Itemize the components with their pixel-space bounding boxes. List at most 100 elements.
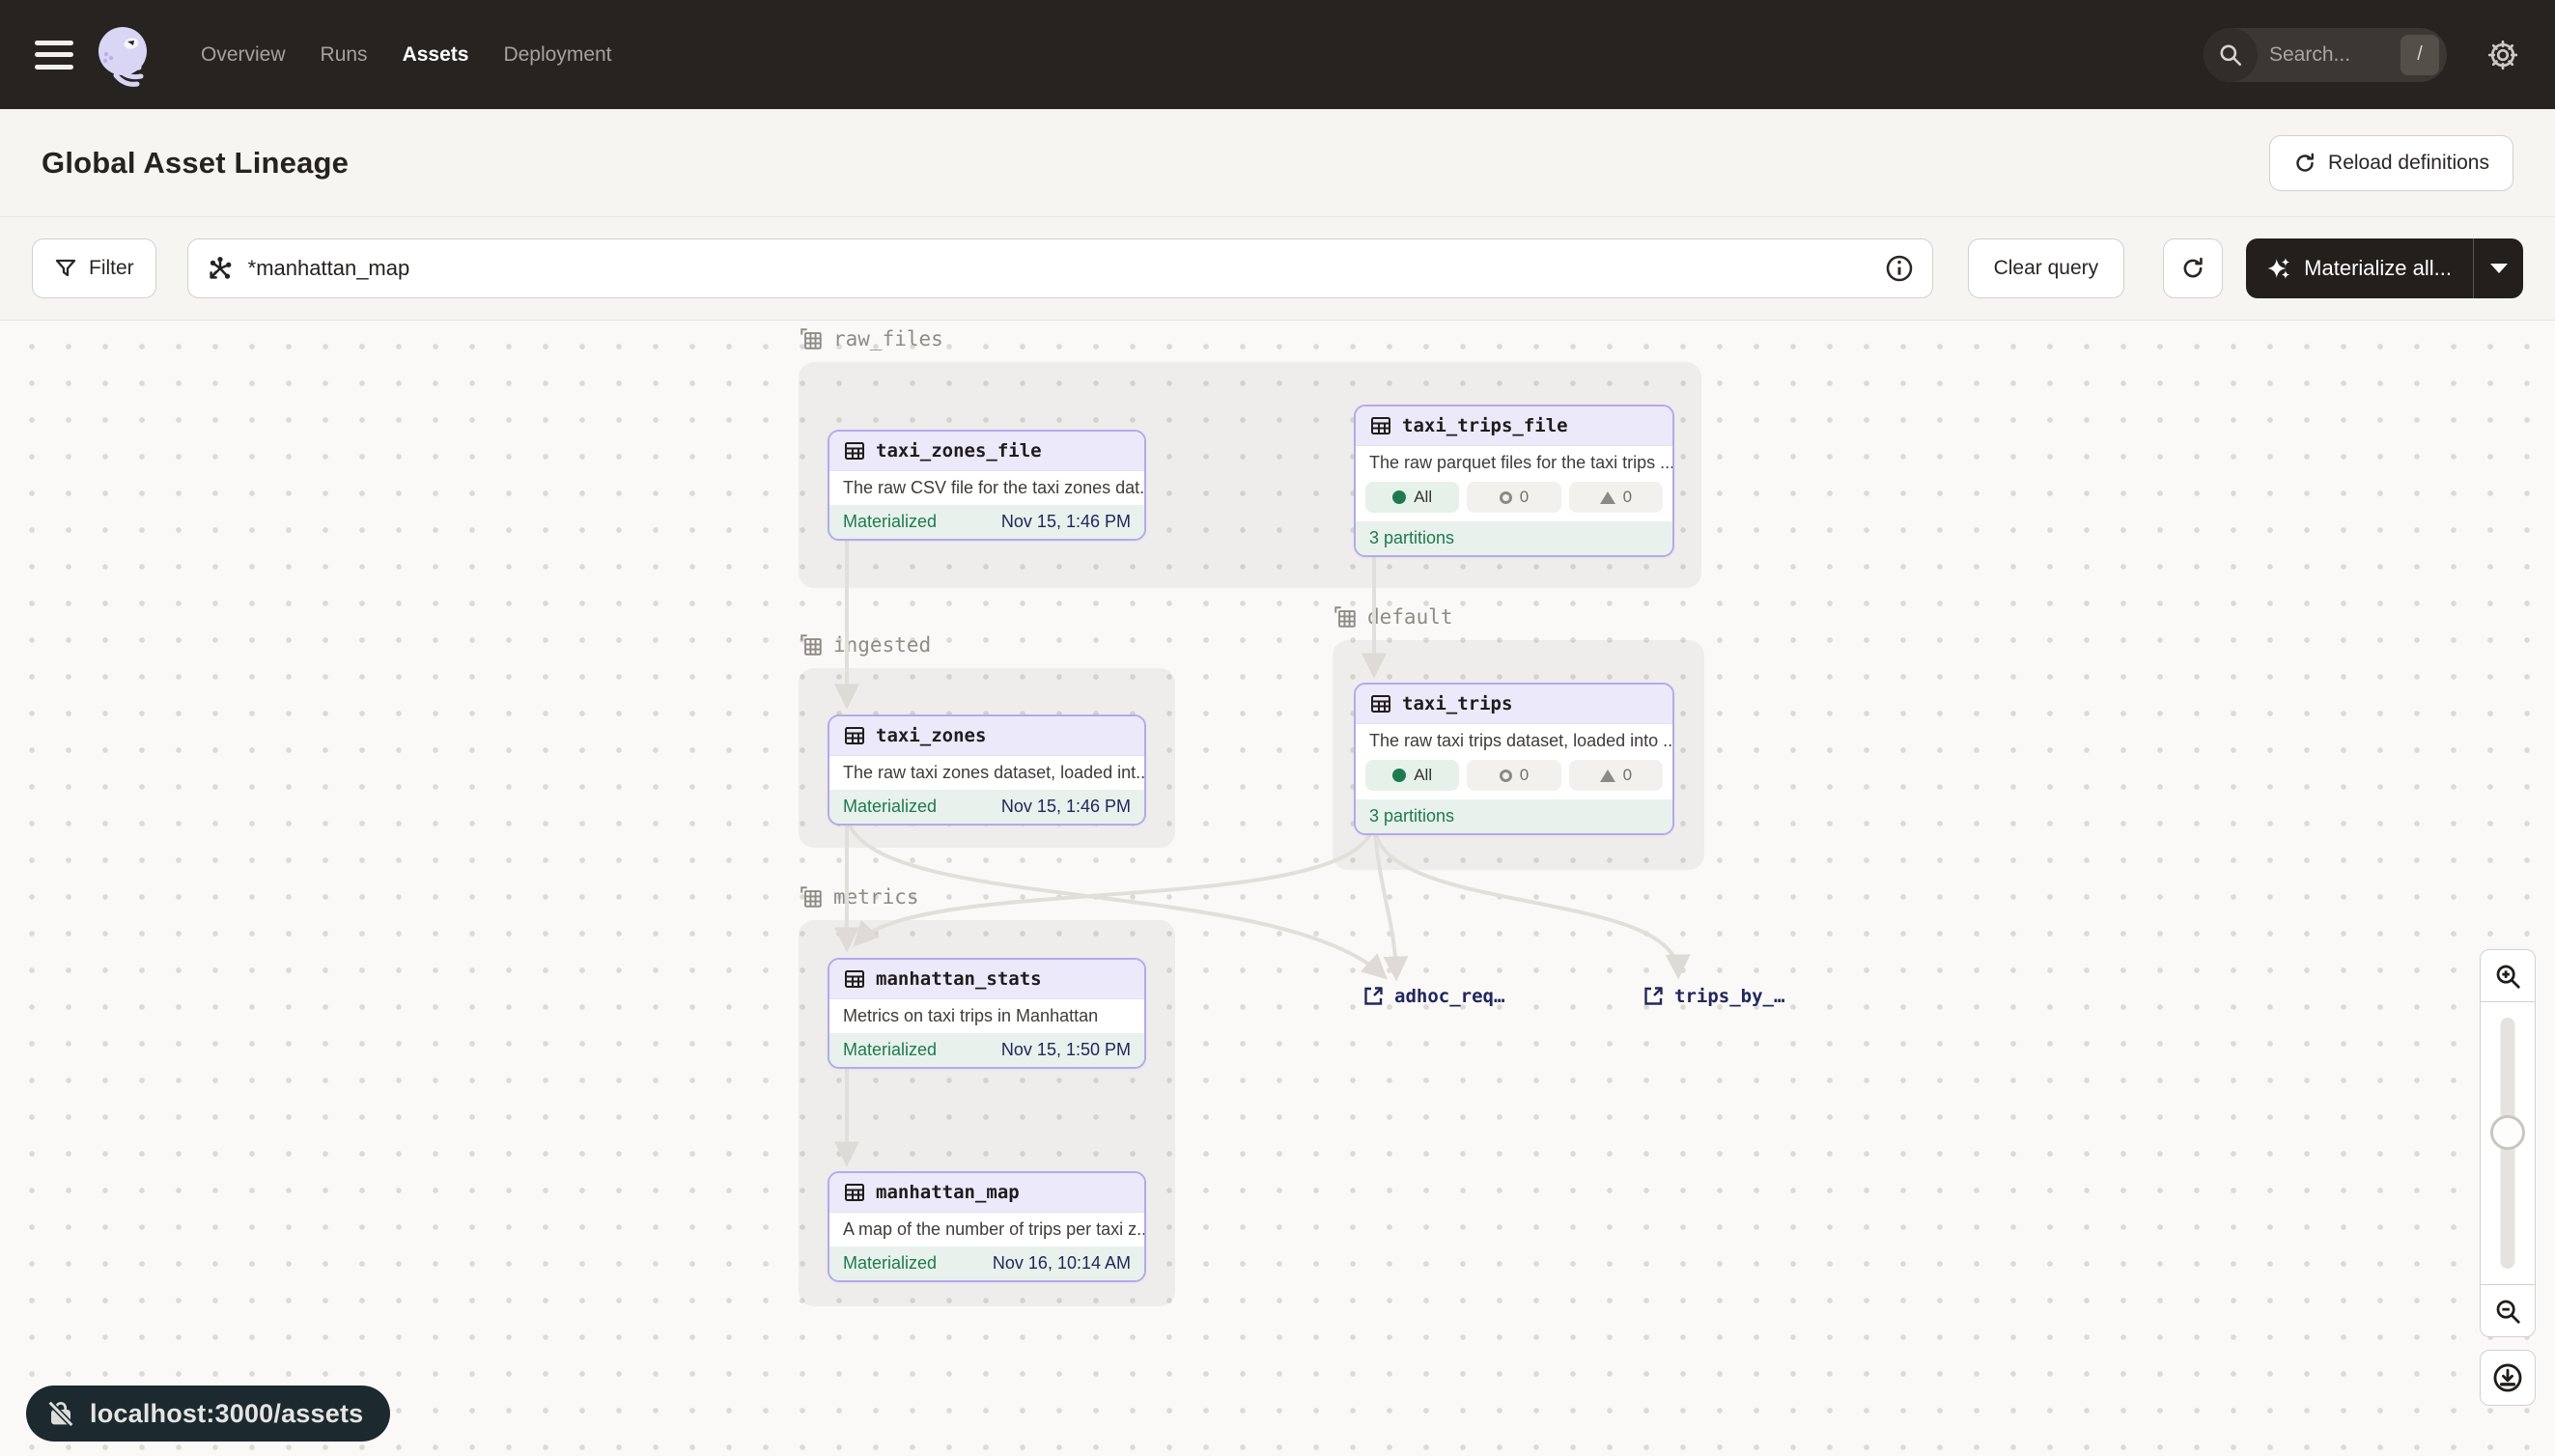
chevron-down-icon	[2490, 264, 2508, 273]
table-icon	[1369, 414, 1392, 437]
table-icon	[843, 967, 866, 991]
zoom-slider-thumb[interactable]	[2490, 1115, 2525, 1150]
group-icon	[799, 326, 824, 351]
table-icon	[843, 1181, 866, 1204]
refresh-icon	[2180, 256, 2205, 281]
sparkle-icon	[2267, 256, 2292, 281]
external-link-icon	[1642, 985, 1665, 1008]
materialization-timestamp: Nov 16, 10:14 AM	[993, 1253, 1131, 1274]
refresh-icon	[2293, 152, 2316, 175]
asset-node-taxi-zones[interactable]: taxi_zones The raw taxi zones dataset, l…	[828, 714, 1146, 826]
partitions-missing-pill[interactable]: 0	[1569, 760, 1663, 791]
asset-node-manhattan-map[interactable]: manhattan_map A map of the number of tri…	[828, 1171, 1146, 1282]
nav-overview[interactable]: Overview	[201, 43, 286, 67]
group-icon	[1333, 604, 1358, 630]
browser-url-badge: localhost:3000/assets	[26, 1386, 390, 1442]
nav-assets[interactable]: Assets	[403, 43, 469, 67]
info-icon[interactable]	[1884, 253, 1915, 284]
settings-gear-icon[interactable]	[2485, 38, 2520, 72]
asset-node-manhattan-stats[interactable]: manhattan_stats Metrics on taxi trips in…	[828, 958, 1146, 1069]
zoom-out-button[interactable]	[2481, 1284, 2535, 1336]
asset-node-header: taxi_trips_file	[1356, 406, 1672, 445]
nav-deployment[interactable]: Deployment	[503, 43, 611, 67]
external-asset-trips-by-week[interactable]: trips_by_…	[1642, 985, 1784, 1008]
green-dot-icon	[1392, 769, 1406, 782]
partitions-materialized-pill[interactable]: All	[1365, 760, 1459, 791]
partitions-failed-pill[interactable]: 0	[1467, 482, 1560, 513]
asset-description: The raw CSV file for the taxi zones dat.…	[829, 470, 1144, 505]
materialization-timestamp: Nov 15, 1:46 PM	[1001, 512, 1131, 532]
global-search[interactable]: /	[2204, 28, 2447, 82]
materialization-timestamp: Nov 15, 1:50 PM	[1001, 1040, 1131, 1060]
asset-node-taxi-trips[interactable]: taxi_trips The raw taxi trips dataset, l…	[1354, 683, 1674, 835]
group-label-metrics[interactable]: metrics	[799, 884, 919, 910]
status-badge: Materialized	[843, 1040, 937, 1060]
materialize-all-button[interactable]: Materialize all...	[2246, 238, 2473, 298]
asset-status-footer: 3 partitions	[1356, 521, 1672, 555]
asset-description: The raw parquet files for the taxi trips…	[1356, 445, 1672, 480]
triangle-icon	[1600, 770, 1615, 782]
triangle-icon	[1600, 491, 1615, 504]
partition-health-row: All 0 0	[1356, 480, 1672, 521]
download-image-button[interactable]	[2480, 1350, 2536, 1406]
funnel-icon	[54, 257, 77, 280]
materialize-all-split-button[interactable]: Materialize all...	[2246, 238, 2523, 298]
partitions-count: 3 partitions	[1369, 528, 1454, 548]
page-title: Global Asset Lineage	[42, 146, 349, 181]
asset-node-taxi-zones-file[interactable]: taxi_zones_file The raw CSV file for the…	[828, 430, 1146, 541]
materialize-dropdown-toggle[interactable]	[2473, 238, 2523, 298]
asset-node-header: manhattan_stats	[829, 960, 1144, 998]
asset-status-footer: Materialized Nov 16, 10:14 AM	[829, 1246, 1144, 1280]
group-label-raw-files[interactable]: raw_files	[799, 326, 943, 351]
group-icon	[799, 632, 824, 658]
reload-definitions-button[interactable]: Reload definitions	[2269, 135, 2513, 191]
lineage-canvas[interactable]: raw_files ingested default metrics	[0, 321, 2555, 1456]
zoom-out-icon	[2493, 1297, 2522, 1326]
search-input[interactable]	[2258, 43, 2401, 67]
asset-query-field[interactable]	[187, 238, 1933, 298]
top-navbar: Overview Runs Assets Deployment /	[0, 0, 2555, 109]
search-shortcut-badge: /	[2401, 35, 2439, 75]
hamburger-menu-icon[interactable]	[35, 41, 73, 70]
zoom-in-button[interactable]	[2481, 950, 2535, 1002]
partitions-missing-pill[interactable]: 0	[1569, 482, 1663, 513]
dagster-logo[interactable]	[93, 23, 156, 87]
zoom-slider[interactable]	[2481, 1002, 2535, 1284]
group-label-ingested[interactable]: ingested	[799, 632, 931, 658]
lineage-toolbar: Filter Clear query Materialize all...	[0, 217, 2555, 321]
status-badge: Materialized	[843, 797, 937, 817]
asset-status-footer: 3 partitions	[1356, 799, 1672, 833]
graph-query-icon	[206, 254, 235, 283]
asset-description: The raw taxi zones dataset, loaded int..…	[829, 755, 1144, 790]
external-asset-adhoc-request[interactable]: adhoc_req…	[1362, 985, 1504, 1008]
materialization-timestamp: Nov 15, 1:46 PM	[1001, 797, 1131, 817]
primary-nav: Overview Runs Assets Deployment	[201, 43, 612, 67]
refresh-graph-button[interactable]	[2163, 238, 2223, 298]
table-icon	[843, 724, 866, 747]
table-icon	[843, 439, 866, 462]
asset-query-input[interactable]	[235, 256, 1884, 281]
ring-icon	[1500, 491, 1512, 504]
page-header: Global Asset Lineage Reload definitions	[0, 109, 2555, 217]
external-link-icon	[1362, 985, 1385, 1008]
url-text: localhost:3000/assets	[90, 1399, 363, 1429]
asset-node-header: manhattan_map	[829, 1173, 1144, 1212]
asset-description: Metrics on taxi trips in Manhattan	[829, 998, 1144, 1033]
asset-node-taxi-trips-file[interactable]: taxi_trips_file The raw parquet files fo…	[1354, 405, 1674, 557]
partitions-failed-pill[interactable]: 0	[1467, 760, 1560, 791]
filter-button[interactable]: Filter	[32, 238, 156, 298]
clear-query-button[interactable]: Clear query	[1968, 238, 2125, 298]
partitions-count: 3 partitions	[1369, 806, 1454, 826]
status-badge: Materialized	[843, 512, 937, 532]
asset-status-footer: Materialized Nov 15, 1:50 PM	[829, 1033, 1144, 1067]
asset-node-header: taxi_trips	[1356, 685, 1672, 723]
search-icon	[2204, 28, 2258, 82]
ring-icon	[1500, 770, 1512, 782]
asset-status-footer: Materialized Nov 15, 1:46 PM	[829, 505, 1144, 539]
partitions-materialized-pill[interactable]: All	[1365, 482, 1459, 513]
download-icon	[2491, 1361, 2524, 1394]
table-icon	[1369, 692, 1392, 715]
zoom-in-icon	[2493, 962, 2522, 991]
nav-runs[interactable]: Runs	[321, 43, 368, 67]
group-label-default[interactable]: default	[1333, 604, 1453, 630]
